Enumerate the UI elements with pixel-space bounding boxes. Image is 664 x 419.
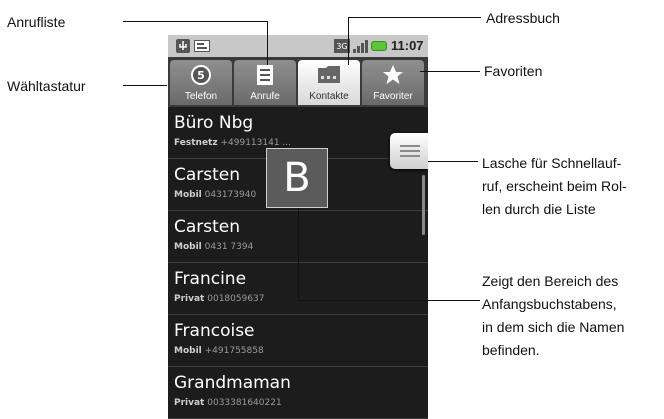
- fastscroll-letter-overlay: B: [266, 148, 328, 208]
- tab-telefon[interactable]: 5 Telefon: [170, 60, 232, 105]
- annotation-adressbuch: Adressbuch: [486, 10, 560, 26]
- contact-number: +491755858: [204, 346, 264, 356]
- grip-line: [400, 150, 420, 152]
- contact-number: +499113141 ...: [220, 138, 292, 148]
- contact-detail: Privat 0018059637: [174, 294, 265, 304]
- contact-row[interactable]: Francoise Mobil +491755858: [168, 315, 428, 367]
- contact-detail: Festnetz +499113141 ...: [174, 138, 291, 148]
- phone-dial-icon: 5: [191, 65, 211, 85]
- contact-name: Büro Nbg: [174, 113, 254, 133]
- annotation-lasche-line-1: Lasche für Schnellauf-: [482, 155, 622, 171]
- contact-type: Festnetz: [174, 138, 218, 148]
- status-clock: 11:07: [391, 38, 424, 53]
- sd-card-icon: [194, 40, 210, 52]
- tab-anrufe[interactable]: Anrufe: [234, 60, 296, 105]
- annotation-line: [267, 21, 268, 65]
- status-bar: 3G 11:07: [168, 35, 428, 57]
- grip-line: [400, 155, 420, 157]
- annotation-bereich-line-3: in dem sich die Namen: [482, 319, 625, 335]
- contact-number: 0033381640221: [207, 398, 282, 408]
- annotation-line: [298, 300, 480, 301]
- contact-type: Mobil: [174, 242, 202, 252]
- annotation-bereich-line-4: befinden.: [482, 342, 540, 358]
- scrollbar[interactable]: [422, 175, 425, 235]
- contact-detail: Privat 0033381640221: [174, 398, 282, 408]
- tab-favoriten[interactable]: Favoriter: [362, 60, 424, 105]
- annotation-line: [420, 71, 480, 72]
- contact-type: Privat: [174, 398, 205, 408]
- annotation-line: [298, 208, 299, 300]
- usb-icon: [176, 39, 190, 53]
- tab-bar: 5 Telefon Anrufe Kontakte Favoriter: [168, 57, 428, 107]
- tab-label-kontakte: Kontakte: [309, 91, 349, 102]
- annotation-anrufliste: Anrufliste: [7, 14, 66, 30]
- annotation-line: [348, 17, 349, 65]
- contact-type: Mobil: [174, 346, 202, 356]
- star-icon: [383, 65, 403, 84]
- contact-number: 043173940: [204, 190, 257, 200]
- tab-kontakte[interactable]: Kontakte: [298, 60, 360, 105]
- contact-detail: Mobil 0431 7394: [174, 242, 253, 252]
- annotation-line: [123, 85, 167, 86]
- network-label: 3G: [336, 42, 347, 51]
- fastscroll-handle[interactable]: [390, 133, 428, 169]
- annotation-bereich-line-1: Zeigt den Bereich des: [482, 273, 619, 289]
- contact-number: 0018059637: [207, 294, 265, 304]
- tab-label-favoriten: Favoriter: [373, 91, 413, 102]
- tab-label-anrufe: Anrufe: [250, 91, 280, 102]
- signal-icon: [353, 40, 368, 53]
- battery-icon: [371, 41, 387, 51]
- contact-type: Mobil: [174, 190, 202, 200]
- contact-type: Privat: [174, 294, 205, 304]
- contact-number: 0431 7394: [204, 242, 254, 252]
- grip-line: [400, 145, 420, 147]
- annotation-bereich: Zeigt den Bereich des Anfangsbuchstabens…: [482, 270, 624, 362]
- annotation-line: [348, 17, 481, 18]
- contact-name: Francine: [174, 269, 247, 289]
- contact-name: Carsten: [174, 217, 241, 237]
- annotation-lasche-line-3: len durch die Liste: [482, 201, 596, 217]
- contact-detail: Mobil +491755858: [174, 346, 264, 356]
- contact-row[interactable]: Grandmaman Privat 0033381640221: [168, 367, 428, 419]
- annotation-line: [428, 161, 478, 162]
- contact-name: Carsten: [174, 165, 241, 185]
- call-log-icon: [257, 65, 273, 85]
- annotation-bereich-line-2: Anfangsbuchstabens,: [482, 296, 617, 312]
- contact-name: Francoise: [174, 321, 255, 341]
- contact-detail: Mobil 043173940: [174, 190, 256, 200]
- annotation-line: [123, 21, 267, 22]
- contact-name: Grandmaman: [174, 373, 291, 393]
- annotation-lasche: Lasche für Schnellauf- ruf, erscheint be…: [482, 152, 627, 221]
- annotation-favoriten: Favoriten: [484, 63, 543, 79]
- contacts-folder-icon: [318, 66, 340, 83]
- annotation-waehltastatur: Wähltastatur: [7, 78, 86, 94]
- tab-label-telefon: Telefon: [184, 91, 218, 102]
- annotation-lasche-line-2: ruf, erscheint beim Rol-: [482, 178, 627, 194]
- svg-text:5: 5: [197, 69, 205, 82]
